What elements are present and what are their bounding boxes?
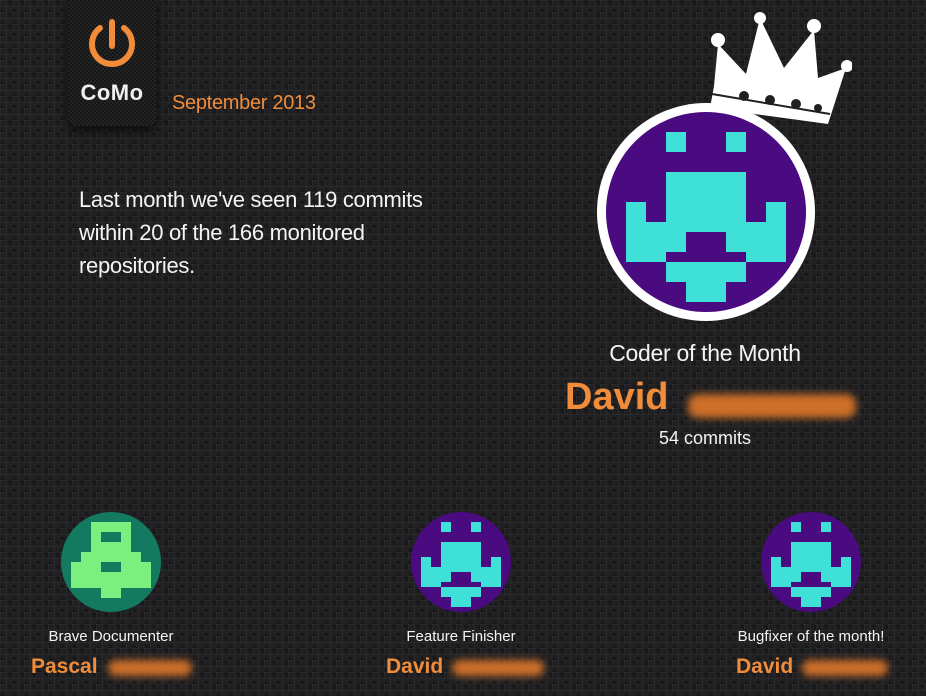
coder-of-month-avatar[interactable] — [597, 103, 815, 321]
award-winner-name: David — [736, 655, 794, 678]
redacted-surname — [688, 394, 856, 418]
redacted-surname — [108, 660, 192, 676]
coder-of-month-name: David — [565, 376, 669, 418]
award-title: Feature Finisher — [406, 628, 516, 645]
purple-pixel-avatar-icon[interactable] — [761, 512, 861, 612]
como-logo[interactable]: CoMo — [68, 0, 156, 126]
report-month: September 2013 — [172, 92, 316, 114]
summary-text: Last month we've seen 119 commits within… — [79, 183, 479, 282]
summary-line: repositories. — [79, 253, 195, 278]
redacted-surname — [452, 660, 544, 676]
award-title: Brave Documenter — [48, 628, 174, 645]
award-title: Bugfixer of the month! — [737, 628, 885, 645]
pixel-avatar-icon — [606, 112, 806, 312]
redacted-surname — [802, 660, 888, 676]
summary-line: within 20 of the 166 monitored — [79, 220, 365, 245]
award-winner-name: Pascal — [31, 655, 98, 678]
power-icon — [89, 19, 135, 67]
coder-of-month-title: Coder of the Month — [609, 340, 801, 366]
award-winner-name: David — [386, 655, 444, 678]
purple-pixel-avatar-icon[interactable] — [411, 512, 511, 612]
coder-of-month-commits: 54 commits — [658, 428, 752, 448]
summary-line: Last month we've seen 119 commits — [79, 187, 423, 212]
green-pixel-avatar-icon[interactable] — [61, 512, 161, 612]
logo-text: CoMo — [80, 80, 144, 105]
